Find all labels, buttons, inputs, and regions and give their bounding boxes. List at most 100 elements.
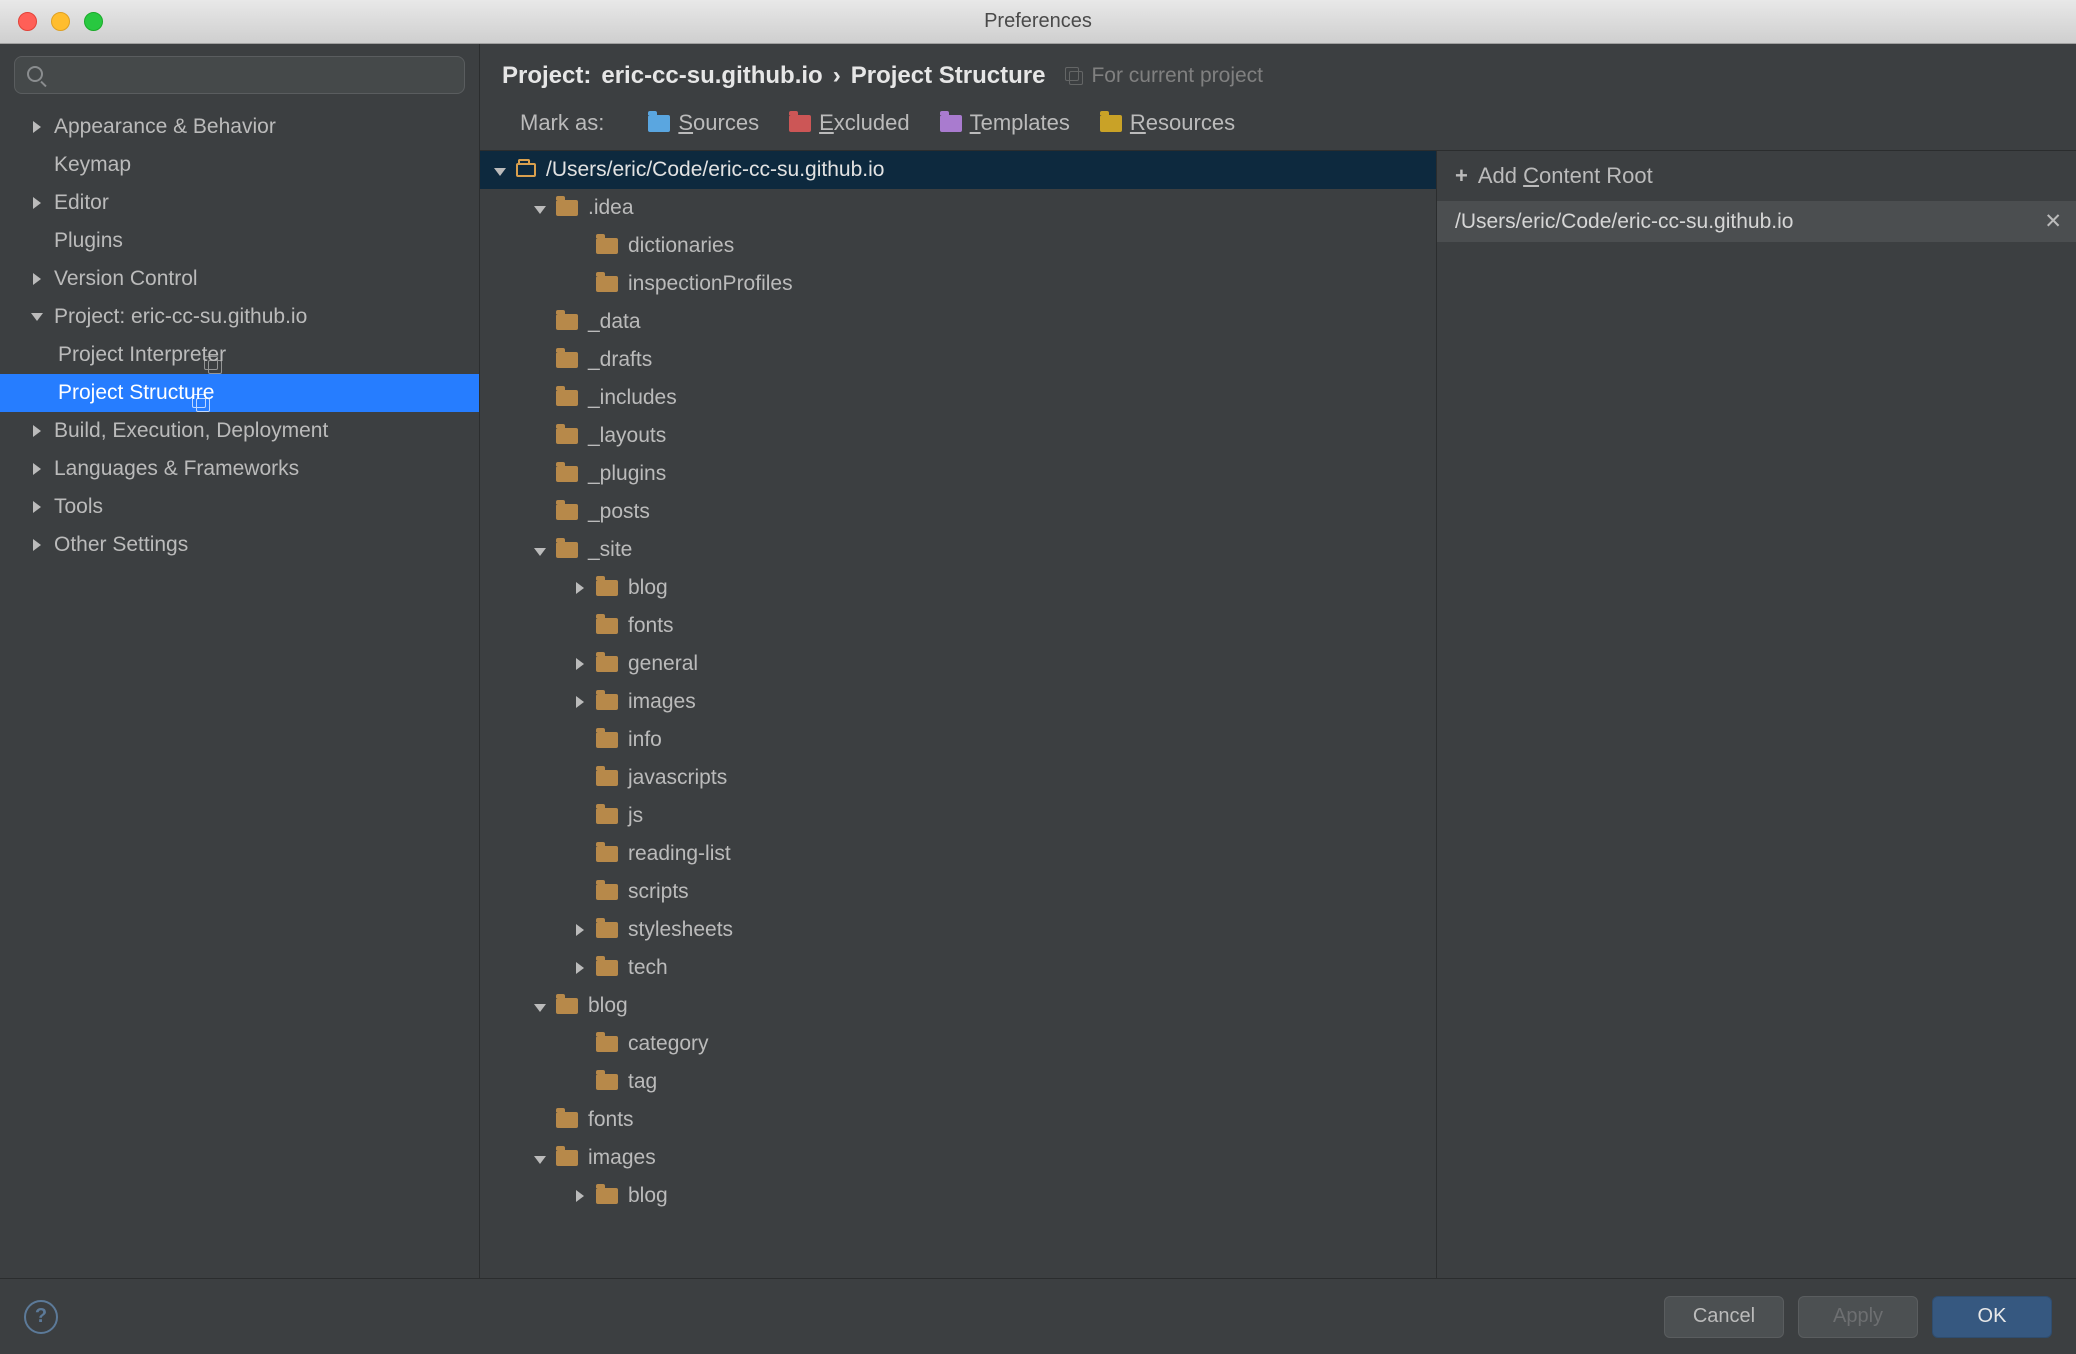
breadcrumb-project-prefix: Project: xyxy=(502,62,591,90)
tree-row[interactable]: _data xyxy=(480,303,1436,341)
ok-button[interactable]: OK xyxy=(1932,1296,2052,1338)
tree-row[interactable]: fonts xyxy=(480,1101,1436,1139)
nav-item-plugins[interactable]: Plugins xyxy=(0,222,479,260)
resources-folder-icon xyxy=(1100,115,1122,132)
folder-icon xyxy=(556,998,578,1014)
excluded-folder-icon xyxy=(789,115,811,132)
folder-icon xyxy=(596,694,618,710)
nav-item-editor[interactable]: Editor xyxy=(0,184,479,222)
tree-row-label: /Users/eric/Code/eric-cc-su.github.io xyxy=(546,158,884,182)
help-button[interactable]: ? xyxy=(24,1300,58,1334)
tree-row-label: blog xyxy=(588,994,628,1018)
remove-content-root-icon[interactable]: ✕ xyxy=(2044,209,2062,234)
tree-row[interactable]: dictionaries xyxy=(480,227,1436,265)
tree-row-label: reading-list xyxy=(628,842,731,866)
tree-row-label: _data xyxy=(588,310,641,334)
mark-as-sources[interactable]: Sources xyxy=(648,110,759,136)
nav-item-build-execution-deployment[interactable]: Build, Execution, Deployment xyxy=(0,412,479,450)
nav-item-label: Build, Execution, Deployment xyxy=(54,419,328,443)
chevron-down-icon xyxy=(530,994,550,1018)
tree-row[interactable]: tag xyxy=(480,1063,1436,1101)
folder-icon xyxy=(596,276,618,292)
tree-row[interactable]: _site xyxy=(480,531,1436,569)
nav-item-project-interpreter[interactable]: Project Interpreter xyxy=(0,336,479,374)
preferences-window: Preferences Appearance & BehaviorKeymapE… xyxy=(0,0,2076,1354)
content-root-row[interactable]: /Users/eric/Code/eric-cc-su.github.io ✕ xyxy=(1437,201,2076,242)
nav-item-project-eric-cc-su-github-io[interactable]: Project: eric-cc-su.github.io xyxy=(0,298,479,336)
mark-as-sources-label: ources xyxy=(693,110,759,135)
tree-row[interactable]: .idea xyxy=(480,189,1436,227)
chevron-down-icon xyxy=(490,158,510,182)
tree-row[interactable]: scripts xyxy=(480,873,1436,911)
search-input[interactable] xyxy=(53,63,452,87)
mark-as-excluded[interactable]: Excluded xyxy=(789,110,910,136)
nav-item-other-settings[interactable]: Other Settings xyxy=(0,526,479,564)
tree-row-label: stylesheets xyxy=(628,918,733,942)
tree-row[interactable]: images xyxy=(480,683,1436,721)
tree-row-label: .idea xyxy=(588,196,634,220)
tree-row[interactable]: inspectionProfiles xyxy=(480,265,1436,303)
tree-row[interactable]: category xyxy=(480,1025,1436,1063)
nav-item-label: Keymap xyxy=(54,153,131,177)
folder-icon xyxy=(596,656,618,672)
folder-icon xyxy=(556,542,578,558)
tree-row-label: images xyxy=(588,1146,656,1170)
tree-row[interactable]: js xyxy=(480,797,1436,835)
mark-as-resources[interactable]: Resources xyxy=(1100,110,1235,136)
tree-row-label: fonts xyxy=(588,1108,634,1132)
tree-row-label: dictionaries xyxy=(628,234,734,258)
mark-as-label: Mark as: xyxy=(520,110,604,136)
tree-row[interactable]: _layouts xyxy=(480,417,1436,455)
tree-row[interactable]: blog xyxy=(480,569,1436,607)
apply-button[interactable]: Apply xyxy=(1798,1296,1918,1338)
copy-settings-icon xyxy=(204,356,222,374)
tree-row[interactable]: _includes xyxy=(480,379,1436,417)
tree-row[interactable]: blog xyxy=(480,1177,1436,1215)
tree-row[interactable]: _posts xyxy=(480,493,1436,531)
cancel-button[interactable]: Cancel xyxy=(1664,1296,1784,1338)
tree-row-label: images xyxy=(628,690,696,714)
tree-row[interactable]: tech xyxy=(480,949,1436,987)
folder-icon xyxy=(596,960,618,976)
tree-row[interactable]: _drafts xyxy=(480,341,1436,379)
folder-icon xyxy=(596,846,618,862)
tree-row[interactable]: /Users/eric/Code/eric-cc-su.github.io xyxy=(480,151,1436,189)
tree-row[interactable]: general xyxy=(480,645,1436,683)
tree-row[interactable]: fonts xyxy=(480,607,1436,645)
chevron-right-icon xyxy=(570,690,590,714)
nav-item-label: Appearance & Behavior xyxy=(54,115,276,139)
tree-row[interactable]: blog xyxy=(480,987,1436,1025)
tree-row[interactable]: info xyxy=(480,721,1436,759)
nav-item-tools[interactable]: Tools xyxy=(0,488,479,526)
search-input-wrapper[interactable] xyxy=(14,56,465,94)
folder-icon xyxy=(596,884,618,900)
nav-item-appearance-behavior[interactable]: Appearance & Behavior xyxy=(0,108,479,146)
nav-item-version-control[interactable]: Version Control xyxy=(0,260,479,298)
tree-row[interactable]: javascripts xyxy=(480,759,1436,797)
tree-row-label: _plugins xyxy=(588,462,666,486)
chevron-down-icon xyxy=(28,313,46,321)
tree-row[interactable]: stylesheets xyxy=(480,911,1436,949)
scope-icon xyxy=(1065,67,1083,85)
tree-row-label: tag xyxy=(628,1070,657,1094)
search-icon xyxy=(27,66,45,84)
nav-item-keymap[interactable]: Keymap xyxy=(0,146,479,184)
folder-icon xyxy=(596,770,618,786)
content-root-path: /Users/eric/Code/eric-cc-su.github.io xyxy=(1455,210,1793,234)
tree-row[interactable]: _plugins xyxy=(480,455,1436,493)
nav-item-languages-frameworks[interactable]: Languages & Frameworks xyxy=(0,450,479,488)
sources-folder-icon xyxy=(648,115,670,132)
nav-item-project-structure[interactable]: Project Structure xyxy=(0,374,479,412)
tree-row[interactable]: images xyxy=(480,1139,1436,1177)
folder-icon xyxy=(556,200,578,216)
tree-row-label: general xyxy=(628,652,698,676)
breadcrumb-page: Project Structure xyxy=(851,62,1046,90)
add-content-root-post: ontent Root xyxy=(1539,163,1653,188)
chevron-right-icon xyxy=(570,918,590,942)
folder-icon xyxy=(556,314,578,330)
add-content-root-button[interactable]: + Add Content Root xyxy=(1437,151,2076,201)
tree-row[interactable]: reading-list xyxy=(480,835,1436,873)
mark-as-templates[interactable]: Templates xyxy=(940,110,1070,136)
folder-icon xyxy=(556,1112,578,1128)
directory-tree-panel[interactable]: /Users/eric/Code/eric-cc-su.github.io .id… xyxy=(480,151,1436,1278)
